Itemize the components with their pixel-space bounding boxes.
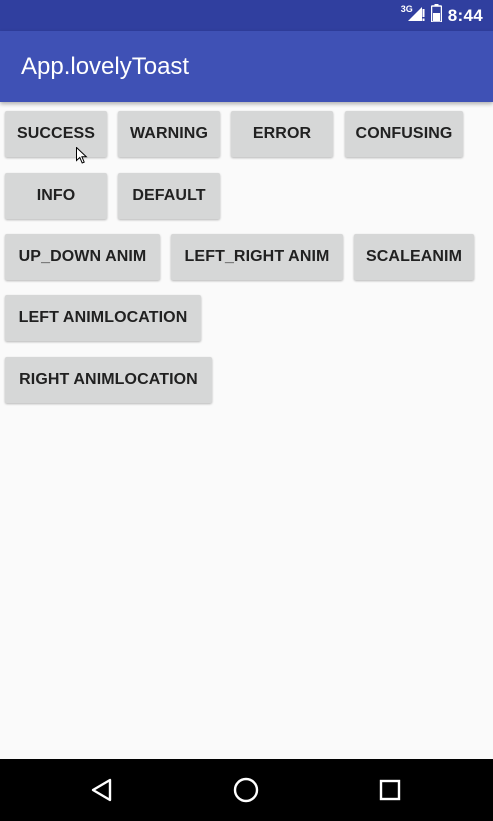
mouse-pointer-icon: [76, 146, 88, 170]
scale-anim-button[interactable]: SCALEANIM: [354, 234, 474, 280]
navigation-bar: [0, 759, 493, 821]
up-down-anim-button[interactable]: UP_DOWN ANIM: [5, 234, 160, 280]
status-clock: 8:44: [447, 5, 483, 25]
warning-button[interactable]: WARNING: [118, 111, 220, 157]
info-button[interactable]: INFO: [5, 173, 107, 219]
status-bar: 3G 8:44: [0, 0, 493, 31]
main-content: SUCCESS WARNING ERROR CONFUSING INFO DEF…: [0, 102, 493, 759]
success-button[interactable]: SUCCESS: [5, 111, 107, 157]
back-triangle-icon[interactable]: [88, 775, 118, 805]
default-button[interactable]: DEFAULT: [118, 173, 220, 219]
error-button[interactable]: ERROR: [231, 111, 333, 157]
recents-square-icon[interactable]: [375, 775, 405, 805]
app-title: App.lovelyToast: [21, 53, 190, 80]
battery-icon: [430, 4, 443, 27]
home-circle-icon[interactable]: [231, 775, 261, 805]
left-right-anim-button[interactable]: LEFT_RIGHT ANIM: [171, 234, 343, 280]
network-type-label: 3G: [400, 3, 413, 14]
left-anim-location-button[interactable]: LEFT ANIMLOCATION: [5, 295, 201, 341]
status-icons: 3G 8:44: [401, 0, 483, 31]
app-bar: App.lovelyToast: [0, 31, 493, 102]
confusing-button[interactable]: CONFUSING: [345, 111, 463, 157]
right-anim-location-button[interactable]: RIGHT ANIMLOCATION: [5, 357, 212, 403]
